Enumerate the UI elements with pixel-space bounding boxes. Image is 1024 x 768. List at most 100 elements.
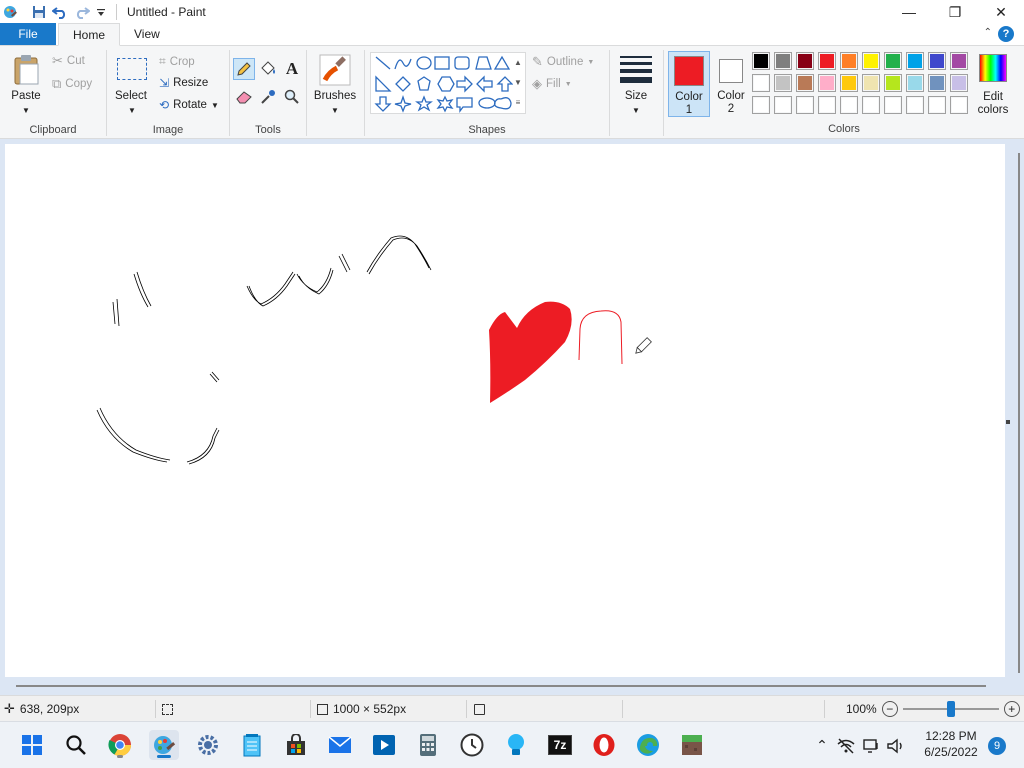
palette-color-swatch[interactable]: [862, 52, 880, 70]
network-disconnected-icon[interactable]: [836, 737, 856, 755]
mail-taskbar-icon[interactable]: [325, 730, 355, 760]
crop-button[interactable]: ⌗ Crop: [159, 54, 195, 69]
minecraft-taskbar-icon[interactable]: [677, 730, 707, 760]
color-picker-tool[interactable]: [257, 86, 279, 108]
paint-taskbar-icon[interactable]: [149, 730, 179, 760]
zoom-slider-thumb[interactable]: [946, 701, 955, 717]
palette-color-swatch[interactable]: [796, 74, 814, 92]
chrome-taskbar-icon[interactable]: [105, 730, 135, 760]
palette-color-swatch[interactable]: [774, 52, 792, 70]
color2-button[interactable]: Color 2: [712, 51, 750, 117]
notepad-taskbar-icon[interactable]: [237, 730, 267, 760]
text-tool[interactable]: A: [281, 58, 303, 80]
palette-color-swatch[interactable]: [906, 96, 924, 114]
start-button[interactable]: [17, 730, 47, 760]
brushes-button[interactable]: Brushes ▼: [312, 52, 358, 118]
clock-taskbar-icon[interactable]: [457, 730, 487, 760]
palette-color-swatch[interactable]: [752, 74, 770, 92]
zoom-slider[interactable]: [902, 701, 999, 717]
maximize-button[interactable]: ❐: [932, 0, 978, 24]
size-button[interactable]: Size ▼: [614, 52, 658, 118]
cut-button[interactable]: ✂ Cut: [52, 53, 85, 69]
search-button[interactable]: [61, 730, 91, 760]
palette-color-swatch[interactable]: [818, 52, 836, 70]
palette-color-fill: [930, 76, 944, 90]
paste-button[interactable]: Paste ▼: [8, 52, 44, 116]
7zip-taskbar-icon[interactable]: 7z: [545, 730, 575, 760]
paint-app-icon[interactable]: [2, 4, 18, 20]
tab-file[interactable]: File: [0, 23, 56, 45]
palette-color-swatch[interactable]: [928, 52, 946, 70]
palette-color-swatch[interactable]: [752, 96, 770, 114]
palette-color-swatch[interactable]: [752, 52, 770, 70]
canvas-resize-handle[interactable]: [1006, 420, 1010, 424]
horizontal-scrollbar[interactable]: [16, 685, 986, 687]
undo-icon[interactable]: [52, 5, 68, 19]
shapes-scroll[interactable]: ▲ ▼ ≡: [511, 53, 525, 113]
magnifier-tool[interactable]: [281, 86, 303, 108]
outline-button[interactable]: ✎ Outline ▼: [532, 54, 594, 70]
drawing-canvas[interactable]: [5, 144, 1010, 677]
fill-tool[interactable]: [257, 58, 279, 80]
resize-button[interactable]: ⇲ Resize: [159, 76, 208, 90]
palette-color-swatch[interactable]: [884, 74, 902, 92]
palette-color-swatch[interactable]: [774, 74, 792, 92]
fill-button[interactable]: ◈ Fill ▼: [532, 76, 572, 92]
save-icon[interactable]: [32, 5, 46, 19]
collapse-ribbon-button[interactable]: ⌃: [984, 27, 992, 38]
zoom-in-button[interactable]: +: [1003, 701, 1020, 717]
status-separator: [824, 700, 825, 718]
palette-color-swatch[interactable]: [950, 52, 968, 70]
notification-badge[interactable]: 9: [988, 737, 1006, 755]
edge-taskbar-icon[interactable]: [633, 730, 663, 760]
calculator-taskbar-icon[interactable]: [413, 730, 443, 760]
tips-taskbar-icon[interactable]: [501, 730, 531, 760]
settings-taskbar-icon[interactable]: [193, 730, 223, 760]
palette-color-swatch[interactable]: [906, 74, 924, 92]
palette-color-swatch[interactable]: [840, 74, 858, 92]
image-group-label: Image: [152, 124, 184, 136]
show-hidden-icons-button[interactable]: ⌃: [812, 737, 832, 754]
palette-color-swatch[interactable]: [884, 96, 902, 114]
palette-color-swatch[interactable]: [950, 96, 968, 114]
tab-home[interactable]: Home: [58, 23, 121, 46]
palette-color-swatch[interactable]: [928, 96, 946, 114]
opera-taskbar-icon[interactable]: [589, 730, 619, 760]
palette-color-swatch[interactable]: [862, 74, 880, 92]
minimize-button[interactable]: —: [886, 0, 932, 24]
palette-color-swatch[interactable]: [796, 96, 814, 114]
edge-icon: [637, 734, 659, 756]
eraser-tool[interactable]: [233, 86, 255, 108]
palette-color-swatch[interactable]: [796, 52, 814, 70]
palette-color-swatch[interactable]: [928, 74, 946, 92]
tab-view[interactable]: View: [120, 23, 174, 45]
store-taskbar-icon[interactable]: [281, 730, 311, 760]
palette-color-swatch[interactable]: [774, 96, 792, 114]
pencil-tool[interactable]: [233, 58, 255, 80]
palette-color-swatch[interactable]: [884, 52, 902, 70]
speaker-icon[interactable]: [886, 737, 906, 755]
palette-color-swatch[interactable]: [840, 96, 858, 114]
color1-button[interactable]: Color 1: [668, 51, 710, 117]
edit-colors-button[interactable]: Edit colors: [974, 52, 1012, 118]
redo-icon[interactable]: [74, 5, 90, 19]
palette-color-swatch[interactable]: [950, 74, 968, 92]
zoom-out-button[interactable]: −: [881, 701, 898, 717]
palette-color-swatch[interactable]: [840, 52, 858, 70]
close-button[interactable]: ✕: [978, 0, 1024, 24]
palette-color-swatch[interactable]: [906, 52, 924, 70]
vertical-scrollbar[interactable]: [1018, 153, 1020, 673]
palette-color-swatch[interactable]: [862, 96, 880, 114]
rotate-button[interactable]: ⟲ Rotate ▼: [159, 98, 219, 112]
eraser-icon: [236, 91, 252, 104]
palette-color-swatch[interactable]: [818, 96, 836, 114]
select-button[interactable]: Select ▼: [113, 54, 149, 118]
media-player-taskbar-icon[interactable]: [369, 730, 399, 760]
taskbar-clock[interactable]: 12:28 PM 6/25/2022: [912, 728, 990, 760]
help-button[interactable]: ?: [998, 26, 1014, 42]
monitor-icon[interactable]: [862, 737, 880, 755]
customize-qat-icon[interactable]: [96, 7, 106, 17]
paint-bucket-icon: [261, 61, 275, 75]
palette-color-swatch[interactable]: [818, 74, 836, 92]
copy-button[interactable]: ⧉ Copy: [52, 76, 92, 92]
